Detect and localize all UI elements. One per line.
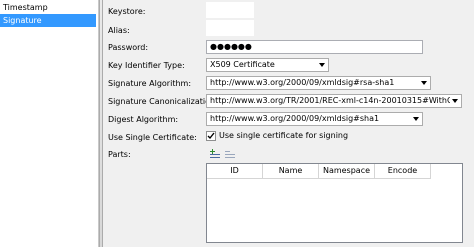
chevron-down-icon [413, 117, 419, 121]
key-identifier-type-label: Key Identifier Type: [108, 61, 185, 70]
sidebar-item-signature[interactable]: Signature [0, 14, 96, 27]
alias-field[interactable] [206, 20, 254, 36]
alias-label: Alias: [108, 26, 130, 35]
parts-table[interactable]: ID Name Namespace Encode [206, 163, 463, 243]
signature-algorithm-select[interactable]: http://www.w3.org/2000/09/xmldsig#rsa-sh… [206, 76, 431, 90]
keystore-label: Keystore: [108, 7, 146, 16]
password-label: Password: [108, 43, 149, 52]
signature-algorithm-value: http://www.w3.org/2000/09/xmldsig#rsa-sh… [210, 78, 395, 87]
chevron-down-icon [319, 63, 325, 67]
checkmark-icon [207, 132, 215, 140]
chevron-down-icon [421, 81, 427, 85]
signature-settings-form: Keystore: Alias: Password: Key Identifie… [103, 0, 474, 247]
digest-algorithm-value: http://www.w3.org/2000/09/xmldsig#sha1 [210, 114, 380, 123]
sidebar-list: Timestamp Signature [0, 0, 99, 247]
key-identifier-type-value: X509 Certificate [210, 60, 275, 69]
sidebar-item-timestamp[interactable]: Timestamp [0, 1, 96, 14]
use-single-certificate-checkbox-label[interactable]: Use single certificate for signing [219, 130, 348, 142]
signature-algorithm-label: Signature Algorithm: [108, 79, 192, 88]
column-header-name[interactable]: Name [263, 164, 319, 179]
use-single-certificate-label: Use Single Certificate: [108, 133, 197, 142]
parts-label: Parts: [108, 150, 131, 159]
password-input[interactable]: ●●●●●● [206, 40, 423, 54]
chevron-down-icon [452, 99, 458, 103]
add-row-icon[interactable] [209, 148, 221, 160]
column-header-namespace[interactable]: Namespace [319, 164, 375, 179]
digest-algorithm-label: Digest Algorithm: [108, 115, 179, 124]
signature-canonicalization-select[interactable]: http://www.w3.org/TR/2001/REC-xml-c14n-2… [206, 94, 462, 108]
digest-algorithm-select[interactable]: http://www.w3.org/2000/09/xmldsig#sha1 [206, 112, 423, 126]
keystore-field[interactable] [206, 2, 254, 18]
signature-canonicalization-label: Signature Canonicalization: [108, 97, 218, 106]
column-header-encode[interactable]: Encode [375, 164, 431, 179]
key-identifier-type-select[interactable]: X509 Certificate [206, 58, 329, 72]
remove-row-icon[interactable] [224, 148, 236, 160]
signature-canonicalization-value: http://www.w3.org/TR/2001/REC-xml-c14n-2… [210, 96, 450, 105]
use-single-certificate-checkbox[interactable] [206, 131, 216, 141]
column-header-id[interactable]: ID [207, 164, 263, 179]
